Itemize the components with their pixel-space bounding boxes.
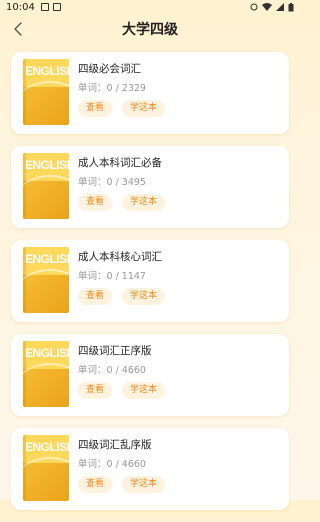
- book-cover-swoosh: [23, 81, 69, 125]
- word-count-label: 单词：: [78, 365, 107, 376]
- word-count: 单词：0 / 1147: [78, 271, 165, 282]
- book-cover: ENGLISH: [23, 153, 69, 219]
- learn-button[interactable]: 学这本: [122, 288, 166, 305]
- image-icon: [40, 3, 49, 11]
- book-cover-swoosh: [23, 457, 69, 501]
- book-cover-text: ENGLISH: [25, 252, 69, 266]
- word-count-label: 单词：: [78, 459, 107, 470]
- book-card[interactable]: ENGLISH 成人本科核心词汇 单词：0 / 1147 查看 学这本: [11, 240, 289, 322]
- learn-button[interactable]: 学这本: [122, 194, 166, 211]
- book-cover-swoosh: [23, 269, 69, 313]
- book-cover-text: ENGLISH: [25, 64, 69, 78]
- header: 大学四级: [0, 14, 300, 44]
- book-cover-swoosh: [23, 363, 69, 407]
- word-count-label: 单词：: [78, 83, 107, 94]
- book-cover: ENGLISH: [23, 341, 69, 407]
- book-cover-text: ENGLISH: [25, 346, 69, 360]
- word-count: 单词：0 / 2329: [78, 83, 165, 94]
- wifi-icon: [262, 3, 272, 11]
- view-button[interactable]: 查看: [78, 194, 113, 211]
- view-button[interactable]: 查看: [78, 288, 113, 305]
- word-count: 单词：0 / 4660: [78, 365, 165, 376]
- book-title: 四级词汇正序版: [78, 345, 152, 357]
- book-cover: ENGLISH: [23, 435, 69, 501]
- book-cover-text: ENGLISH: [25, 158, 69, 172]
- chevron-left-icon[interactable]: [10, 20, 28, 38]
- book-info: 四级词汇乱序版 单词：0 / 4660 查看 学这本: [78, 439, 166, 493]
- word-count-value: 0 / 4660: [106, 365, 146, 376]
- book-cover: ENGLISH: [23, 59, 69, 125]
- book-actions: 查看 学这本: [78, 100, 166, 117]
- book-card[interactable]: ENGLISH 成人本科词汇必备 单词：0 / 3495 查看 学这本: [11, 146, 289, 228]
- word-count-value: 0 / 3495: [106, 177, 146, 188]
- word-count-value: 0 / 4660: [106, 459, 146, 470]
- signal-icon: [276, 3, 284, 11]
- book-title: 四级必会词汇: [78, 63, 141, 75]
- page-title: 大学四级: [122, 22, 178, 38]
- book-actions: 查看 学这本: [78, 194, 166, 211]
- book-title: 成人本科核心词汇: [78, 251, 162, 263]
- view-button[interactable]: 查看: [78, 382, 113, 399]
- status-icons: [250, 2, 294, 12]
- word-count-value: 0 / 1147: [106, 271, 146, 282]
- book-card[interactable]: ENGLISH 四级词汇乱序版 单词：0 / 4660 查看 学这本: [11, 428, 289, 510]
- download-icon: [52, 3, 61, 11]
- word-count-label: 单词：: [78, 177, 107, 188]
- book-title: 四级词汇乱序版: [78, 439, 152, 451]
- word-count: 单词：0 / 3495: [78, 177, 165, 188]
- book-info: 成人本科词汇必备 单词：0 / 3495 查看 学这本: [78, 157, 166, 211]
- book-list: ENGLISH 四级必会词汇 单词：0 / 2329 查看 学这本 ENGLIS…: [0, 52, 300, 522]
- book-cover-text: ENGLISH: [25, 440, 69, 454]
- book-cover: ENGLISH: [23, 247, 69, 313]
- circle-icon: [250, 3, 258, 11]
- book-actions: 查看 学这本: [78, 382, 166, 399]
- learn-button[interactable]: 学这本: [122, 100, 166, 117]
- learn-button[interactable]: 学这本: [122, 382, 166, 399]
- status-bar: 10:04: [0, 0, 300, 14]
- word-count-value: 0 / 2329: [106, 83, 146, 94]
- book-actions: 查看 学这本: [78, 288, 166, 305]
- view-button[interactable]: 查看: [78, 476, 113, 493]
- view-button[interactable]: 查看: [78, 100, 113, 117]
- book-info: 四级词汇正序版 单词：0 / 4660 查看 学这本: [78, 345, 166, 399]
- learn-button[interactable]: 学这本: [122, 476, 166, 493]
- book-card[interactable]: ENGLISH 四级必会词汇 单词：0 / 2329 查看 学这本: [11, 52, 289, 134]
- book-info: 四级必会词汇 单词：0 / 2329 查看 学这本: [78, 63, 166, 117]
- book-info: 成人本科核心词汇 单词：0 / 1147 查看 学这本: [78, 251, 166, 305]
- book-cover-swoosh: [23, 175, 69, 219]
- status-time: 10:04: [6, 1, 35, 13]
- battery-icon: [288, 2, 294, 11]
- book-title: 成人本科词汇必备: [78, 157, 162, 169]
- word-count: 单词：0 / 4660: [78, 459, 165, 470]
- word-count-label: 单词：: [78, 271, 107, 282]
- book-actions: 查看 学这本: [78, 476, 166, 493]
- book-card[interactable]: ENGLISH 四级词汇正序版 单词：0 / 4660 查看 学这本: [11, 334, 289, 416]
